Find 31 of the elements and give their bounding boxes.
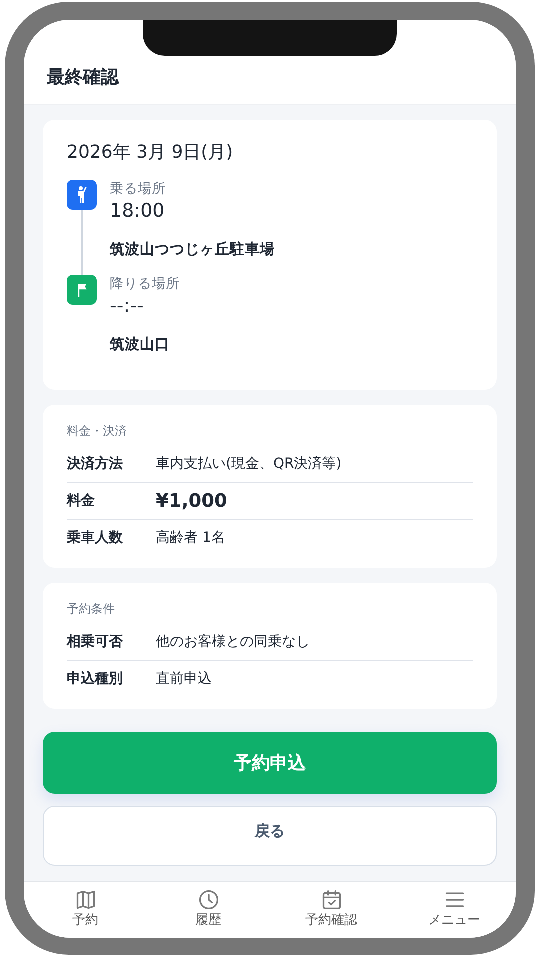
timeline-line xyxy=(81,210,83,275)
row-value: 直前申込 xyxy=(156,670,212,688)
row-label: 料金 xyxy=(67,492,96,510)
nav-tab[interactable]: 履歴 xyxy=(147,882,270,936)
nav-tab[interactable]: 予約 xyxy=(24,882,147,936)
trip-date: 2026年 3月 9日(月) xyxy=(67,141,234,164)
price-value: ¥1,000 xyxy=(156,490,228,512)
row-label: 決済方法 xyxy=(67,455,124,473)
section-heading: 料金・決済 xyxy=(67,423,128,440)
back-button[interactable]: 戻る xyxy=(43,806,497,866)
flag-icon xyxy=(67,275,97,305)
row-label: 相乗可否 xyxy=(67,633,124,651)
page-title: 最終確認 xyxy=(47,66,119,89)
row-label: 申込種別 xyxy=(67,670,124,688)
stop-place: 筑波山つつじヶ丘駐車場 xyxy=(110,240,275,259)
person-icon xyxy=(67,180,97,210)
stop-label: 降りる場所 xyxy=(110,275,180,293)
row-label: 乗車人数 xyxy=(67,529,124,547)
calendar-icon xyxy=(320,889,342,911)
stop-time: --:-- xyxy=(110,295,144,317)
row-value: 他のお客様との同乗なし xyxy=(156,633,310,651)
nav-tab[interactable]: 予約確認 xyxy=(270,882,393,936)
stop-label: 乗る場所 xyxy=(110,180,166,198)
stop-place: 筑波山口 xyxy=(110,336,170,354)
section-heading: 予約条件 xyxy=(67,601,116,618)
stop-time: 18:00 xyxy=(110,200,165,222)
row-value: 高齢者 1名 xyxy=(156,529,226,547)
clock-icon xyxy=(198,889,220,911)
nav-tab[interactable]: メニュー xyxy=(393,882,516,936)
map-icon xyxy=(74,889,96,911)
row-value: 車内支払い(現金、QR決済等) xyxy=(156,455,342,473)
